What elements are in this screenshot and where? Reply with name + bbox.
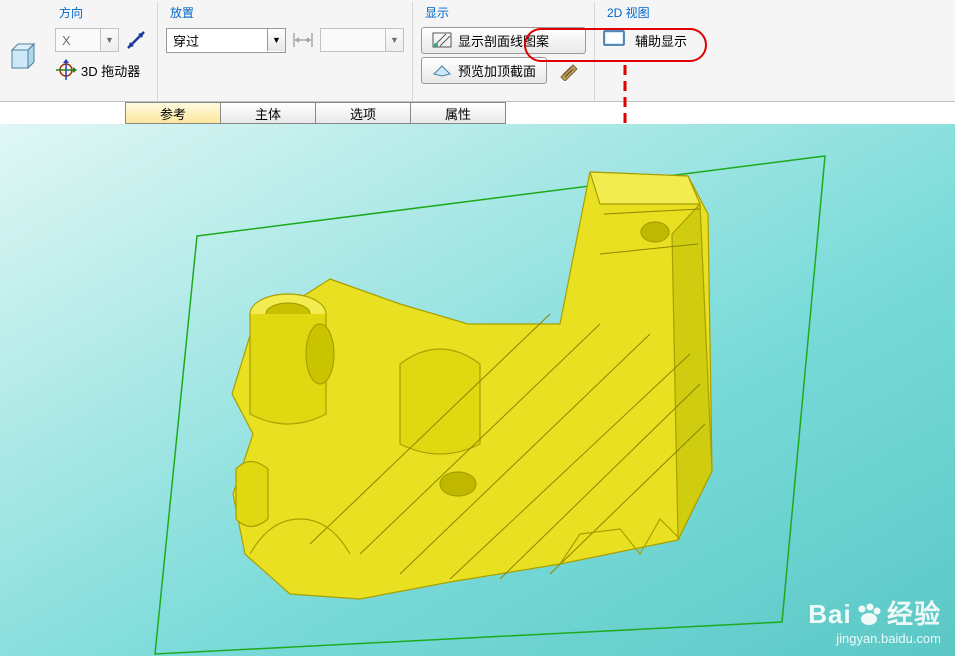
ribbon-group-2dview: 2D 视图 辅助显示 xyxy=(595,2,695,101)
show-hatch-label: 显示剖面线图案 xyxy=(458,31,549,50)
chevron-down-icon: ▼ xyxy=(100,29,118,51)
ribbon-group-display: 显示 显示剖面线图案 xyxy=(413,2,595,101)
preview-top-button[interactable]: 预览加顶截面 xyxy=(421,57,547,84)
ribbon-toolbar: 方向 X ▼ xyxy=(0,0,955,102)
group-header-2dview: 2D 视图 xyxy=(603,2,687,27)
chevron-down-icon: ▼ xyxy=(385,29,403,51)
cube-preview-icon xyxy=(5,28,43,84)
placement-value: 穿过 xyxy=(167,29,267,52)
3d-dragger-icon[interactable] xyxy=(55,59,77,81)
tab-options[interactable]: 选项 xyxy=(315,102,411,124)
distance-value-dropdown[interactable]: ▼ xyxy=(320,28,404,52)
distance-icon xyxy=(290,27,316,53)
show-hatch-button[interactable]: 显示剖面线图案 xyxy=(421,27,586,54)
flip-direction-icon[interactable] xyxy=(123,27,149,53)
tab-body[interactable]: 主体 xyxy=(220,102,316,124)
monitor-icon[interactable] xyxy=(603,30,625,51)
hatch-settings-icon[interactable] xyxy=(559,59,583,81)
watermark-brand: Bai xyxy=(808,599,851,629)
axis-value: X xyxy=(56,31,100,50)
group-header-placement: 放置 xyxy=(166,2,404,27)
group-header-display: 显示 xyxy=(421,2,586,27)
3d-viewport[interactable]: Bai 经验 jingyan.baidu.com xyxy=(0,124,955,656)
ribbon-group-direction: 方向 X ▼ xyxy=(47,2,158,101)
tabs-bar: 参考 主体 选项 属性 xyxy=(125,102,505,124)
3d-model xyxy=(0,124,955,656)
tab-properties[interactable]: 属性 xyxy=(410,102,506,124)
preview-icon xyxy=(432,62,452,78)
ribbon-group-placement: 放置 穿过 ▼ xyxy=(158,2,413,101)
placement-dropdown[interactable]: 穿过 ▼ xyxy=(166,28,286,53)
axis-dropdown[interactable]: X ▼ xyxy=(55,28,119,52)
watermark: Bai 经验 jingyan.baidu.com xyxy=(808,594,941,646)
preview-top-label: 预览加顶截面 xyxy=(458,61,536,80)
watermark-brand2: 经验 xyxy=(887,599,941,629)
aux-display-label: 辅助显示 xyxy=(635,31,687,50)
hatch-icon xyxy=(432,32,452,48)
distance-value xyxy=(321,38,385,42)
group-header-direction: 方向 xyxy=(55,2,149,27)
watermark-url: jingyan.baidu.com xyxy=(808,631,941,646)
3d-dragger-label: 3D 拖动器 xyxy=(81,61,140,80)
paw-icon xyxy=(855,601,883,627)
chevron-down-icon: ▼ xyxy=(267,29,285,51)
tab-reference[interactable]: 参考 xyxy=(125,102,221,124)
